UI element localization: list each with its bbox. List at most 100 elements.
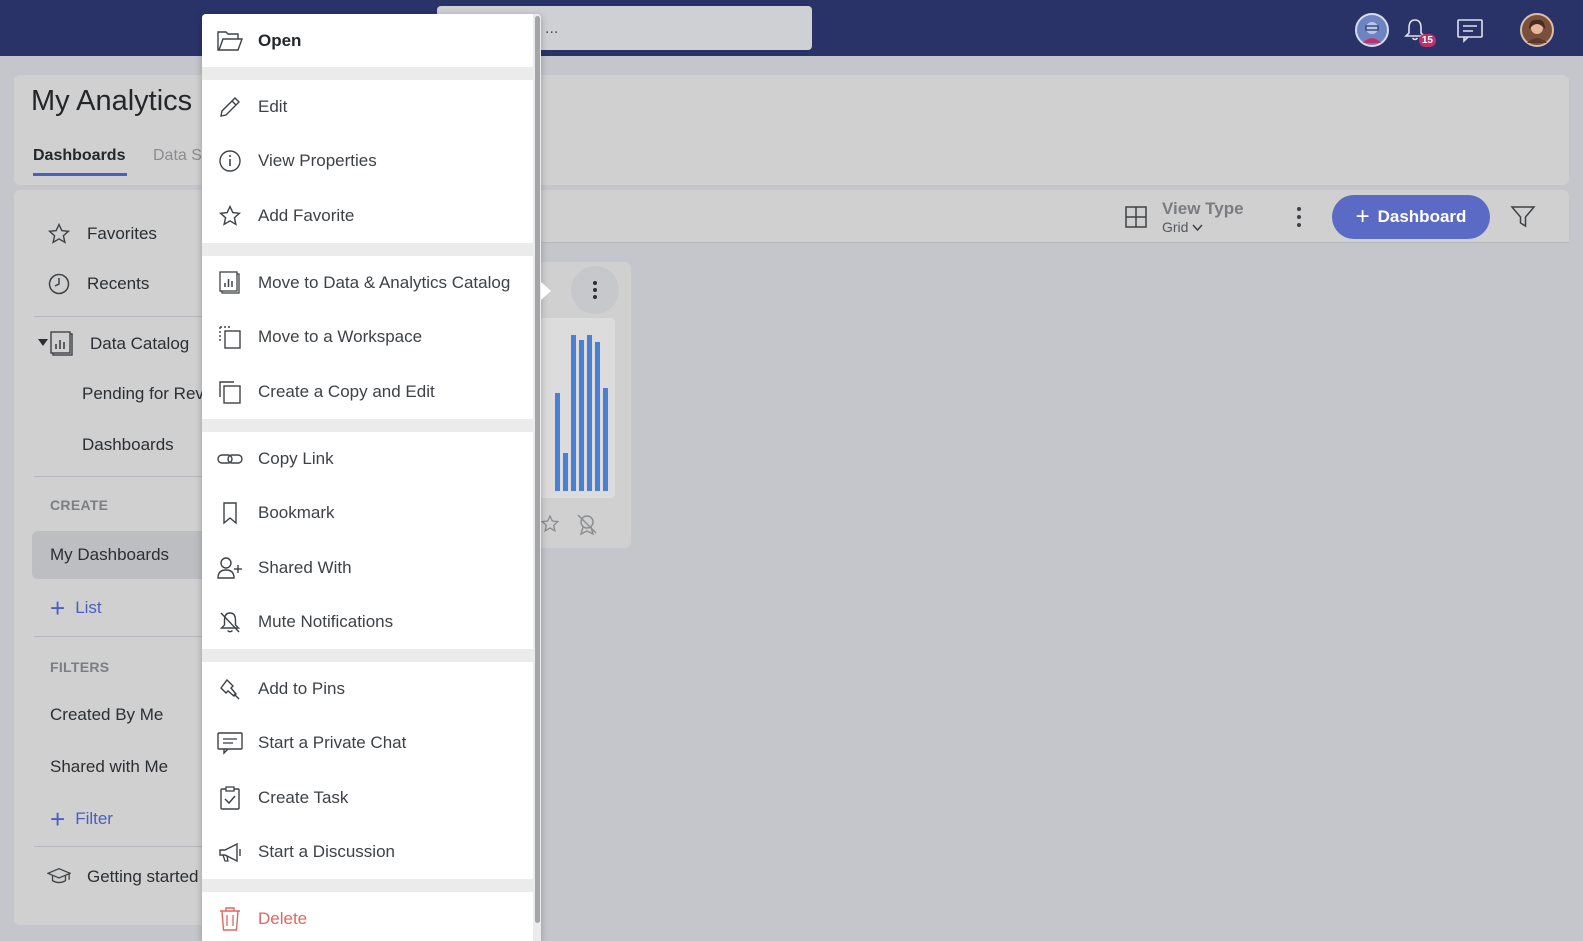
menu-item-create-task[interactable]: Create Task [202,771,533,825]
view-type-selector[interactable]: View Type Grid [1124,199,1244,235]
menu-pointer [541,282,551,300]
menu-item-label: View Properties [258,151,377,170]
menu-item-label: Move to Data & Analytics Catalog [258,273,511,292]
sidebar: Favorites Recents Data Catalog Pending f… [14,190,214,925]
folder-open-icon [217,28,243,54]
add-list-label: List [75,598,102,617]
info-icon [217,148,243,174]
menu-item-private-chat[interactable]: Start a Private Chat [202,716,533,770]
menu-item-copy-link[interactable]: Copy Link [202,432,533,486]
plus-icon: + [50,804,66,834]
add-filter-label: Filter [75,809,113,828]
link-icon [217,446,243,472]
menu-item-start-discussion[interactable]: Start a Discussion [202,825,533,879]
menu-item-label: Add Favorite [258,206,355,225]
menu-item-move-to-catalog[interactable]: Move to Data & Analytics Catalog [202,256,533,310]
plus-icon: + [50,593,66,623]
add-dashboard-label: Dashboard [1377,207,1467,226]
menu-group: Add to Pins Start a Private Chat Create … [202,662,533,879]
chevron-down-icon [1192,224,1203,232]
menu-item-bookmark[interactable]: Bookmark [202,486,533,540]
section-header-create: CREATE [50,497,109,513]
menu-item-edit[interactable]: Edit [202,80,533,134]
catalog-icon [217,270,243,296]
sidebar-item-getting-started[interactable]: Getting started [14,857,214,897]
assistant-avatar[interactable] [1355,13,1389,47]
menu-item-label: Start a Private Chat [258,733,407,752]
card-more-options-icon[interactable] [571,266,619,314]
sidebar-item-dashboards[interactable]: Dashboards [14,425,214,465]
menu-item-label: Copy Link [258,449,334,468]
caret-down-icon [38,339,48,347]
tab-data-sources[interactable]: Data S [153,147,202,165]
workspace-move-icon [217,324,243,350]
menu-item-delete[interactable]: Delete [202,892,533,941]
menu-item-view-properties[interactable]: View Properties [202,134,533,188]
star-icon [217,203,243,229]
sidebar-item-my-dashboards[interactable]: My Dashboards [32,531,214,579]
bell-off-icon [217,609,243,635]
sidebar-item-pending-review[interactable]: Pending for Rev [14,374,214,414]
menu-scrollbar-thumb[interactable] [535,16,540,923]
notification-badge: 15 [1418,34,1436,47]
sidebar-divider [34,846,214,847]
section-header-filters: FILTERS [50,659,110,675]
sidebar-item-label: Favorites [87,224,157,243]
notifications-bell-icon[interactable]: 15 [1398,13,1436,47]
menu-item-label: Mute Notifications [258,612,394,631]
graduation-cap-icon [47,865,71,889]
sidebar-item-created-by-me[interactable]: Created By Me [14,695,214,735]
menu-item-label: Bookmark [258,503,335,522]
menu-item-shared-with[interactable]: Shared With [202,541,533,595]
card-certified-badge-icon[interactable] [575,512,599,536]
menu-item-label: Create a Copy and Edit [258,382,435,401]
menu-item-add-to-pins[interactable]: Add to Pins [202,662,533,716]
context-menu: Open Edit View Properties Add Favorite M… [202,14,541,941]
sidebar-item-label: Data Catalog [90,334,190,353]
sidebar-item-data-catalog[interactable]: Data Catalog [14,324,214,364]
user-plus-icon [217,555,243,581]
page-title: My Analytics [31,85,193,117]
menu-item-move-to-workspace[interactable]: Move to a Workspace [202,310,533,364]
grid-icon [1124,205,1148,229]
view-type-value: Grid [1162,219,1244,235]
menu-item-label: Start a Discussion [258,842,395,861]
menu-item-label: Create Task [258,788,349,807]
task-icon [217,785,243,811]
sidebar-divider [34,636,214,637]
bookmark-icon [217,500,243,526]
star-icon [47,222,71,246]
menu-group: Move to Data & Analytics Catalog Move to… [202,256,533,419]
card-favorite-star-icon[interactable] [540,514,560,534]
sidebar-item-label: Getting started [87,867,199,886]
plus-icon: + [1355,203,1370,230]
clock-icon [47,272,71,296]
sidebar-item-recents[interactable]: Recents [14,264,214,304]
sidebar-item-label: Recents [87,274,150,293]
sidebar-divider [34,476,214,477]
menu-item-mute-notifications[interactable]: Mute Notifications [202,595,533,649]
menu-item-open[interactable]: Open [202,14,533,68]
catalog-icon [50,331,74,356]
menu-item-label: Edit [258,97,288,116]
menu-item-copy-and-edit[interactable]: Create a Copy and Edit [202,365,533,419]
menu-group: Open [202,14,533,67]
add-list-button[interactable]: + List [14,588,214,628]
megaphone-icon [217,839,243,865]
sidebar-item-shared-with-me[interactable]: Shared with Me [14,747,214,787]
user-avatar[interactable] [1520,13,1554,47]
copy-icon [217,379,243,405]
sidebar-divider [34,316,214,317]
messages-icon[interactable] [1453,13,1487,47]
filter-icon[interactable] [1510,204,1536,230]
add-filter-button[interactable]: + Filter [14,799,214,839]
more-options-icon[interactable] [1292,204,1306,230]
view-type-label: View Type [1162,199,1244,218]
sidebar-item-favorites[interactable]: Favorites [14,214,214,254]
menu-item-add-favorite[interactable]: Add Favorite [202,189,533,243]
menu-item-label: Open [258,31,302,50]
tab-dashboards[interactable]: Dashboards [33,147,128,176]
menu-group: Copy Link Bookmark Shared With Mute Noti… [202,432,533,649]
add-dashboard-button[interactable]: + Dashboard [1332,195,1490,239]
menu-group: Edit View Properties Add Favorite [202,80,533,243]
